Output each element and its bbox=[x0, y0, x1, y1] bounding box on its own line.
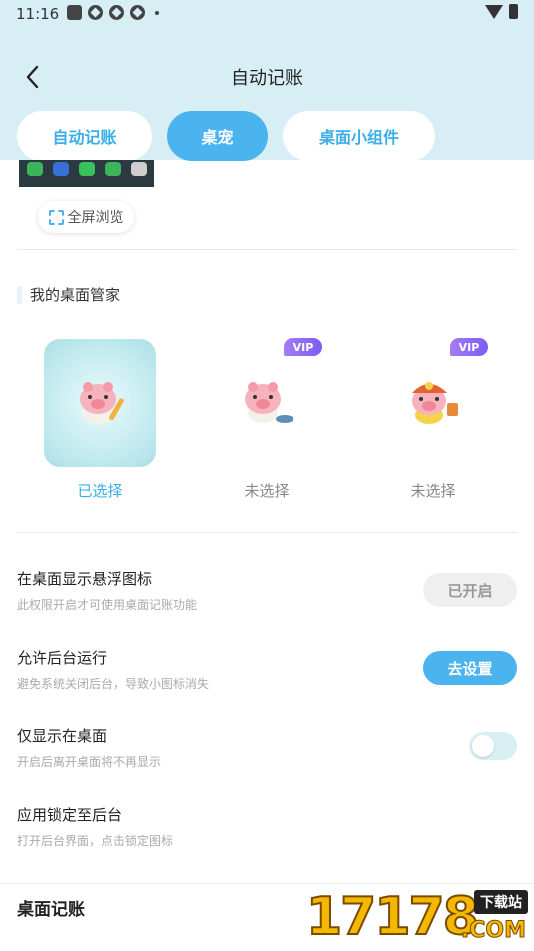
tab-auto-bookkeeping[interactable]: 自动记账 bbox=[17, 111, 152, 161]
tab-desktop-widget[interactable]: 桌面小组件 bbox=[283, 111, 435, 161]
notification-icons bbox=[67, 5, 159, 20]
app-notification-icon bbox=[67, 5, 82, 20]
setting-floating-icon-title: 在桌面显示悬浮图标 bbox=[17, 570, 153, 588]
divider bbox=[17, 532, 517, 533]
divider bbox=[17, 249, 517, 250]
section-title: 我的桌面管家 bbox=[17, 284, 120, 305]
pig-courier-icon bbox=[412, 382, 458, 424]
section-title-text: 我的桌面管家 bbox=[30, 286, 121, 304]
status-bar: 11:16 bbox=[0, 0, 534, 28]
pet-option-1[interactable] bbox=[44, 339, 156, 467]
more-notifications-dot bbox=[155, 10, 159, 15]
notification-icon bbox=[130, 5, 145, 20]
section-accent-bar bbox=[17, 285, 22, 304]
vip-badge: VIP bbox=[284, 338, 322, 356]
desktop-only-toggle[interactable] bbox=[469, 732, 517, 760]
fullscreen-icon bbox=[48, 209, 64, 225]
pig-with-pencil-icon bbox=[80, 382, 124, 424]
app-icon bbox=[105, 162, 121, 176]
setting-desktop-only-title: 仅显示在桌面 bbox=[17, 727, 108, 745]
setting-lock-background-subtitle: 打开后台界面，点击锁定图标 bbox=[17, 834, 174, 848]
status-time: 11:16 bbox=[16, 5, 60, 23]
app-icon bbox=[53, 162, 69, 176]
setting-lock-background-title: 应用锁定至后台 bbox=[17, 806, 123, 824]
setting-background-run-title: 允许后台运行 bbox=[17, 649, 108, 667]
setting-desktop-only-subtitle: 开启后离开桌面将不再显示 bbox=[17, 755, 162, 769]
app-icon bbox=[131, 162, 147, 176]
floating-icon-enabled-button[interactable]: 已开启 bbox=[423, 573, 517, 607]
pet-status-label: 已选择 bbox=[77, 482, 123, 500]
app-icon bbox=[27, 162, 43, 176]
setting-floating-icon-subtitle: 此权限开启才可使用桌面记账功能 bbox=[17, 598, 198, 612]
watermark-number: 17178 bbox=[305, 886, 480, 948]
wifi-icon bbox=[485, 4, 503, 19]
preview-thumbnail[interactable] bbox=[19, 160, 154, 187]
notification-icon bbox=[109, 5, 124, 20]
pet-option-3[interactable] bbox=[377, 339, 489, 467]
watermark-tag: 下载站 bbox=[474, 890, 528, 914]
setting-background-run-subtitle: 避免系统关闭后台，导致小图标消失 bbox=[17, 677, 210, 691]
header: 11:16 自动记账 自动记账 桌宠 桌面小组件 bbox=[0, 0, 534, 161]
system-indicators bbox=[485, 4, 518, 19]
bottom-section-title: 桌面记账 bbox=[17, 900, 85, 920]
page-title: 自动记账 bbox=[231, 68, 303, 89]
battery-icon bbox=[509, 4, 518, 19]
pet-status-label: 未选择 bbox=[244, 482, 290, 500]
site-watermark: 17178 下载站 .COM bbox=[305, 886, 532, 948]
pet-status-label: 未选择 bbox=[410, 482, 456, 500]
notification-icon bbox=[88, 5, 103, 20]
fullscreen-button[interactable]: 全屏浏览 bbox=[38, 201, 134, 233]
pet-option-2[interactable] bbox=[211, 339, 323, 467]
app-icon bbox=[79, 162, 95, 176]
tab-desktop-pet[interactable]: 桌宠 bbox=[167, 111, 268, 161]
toggle-knob bbox=[472, 735, 494, 757]
fullscreen-label: 全屏浏览 bbox=[67, 210, 124, 226]
go-settings-button[interactable]: 去设置 bbox=[423, 651, 517, 685]
watermark-domain: .COM bbox=[460, 918, 526, 944]
vip-badge: VIP bbox=[450, 338, 488, 356]
pig-with-fish-icon bbox=[245, 382, 293, 423]
